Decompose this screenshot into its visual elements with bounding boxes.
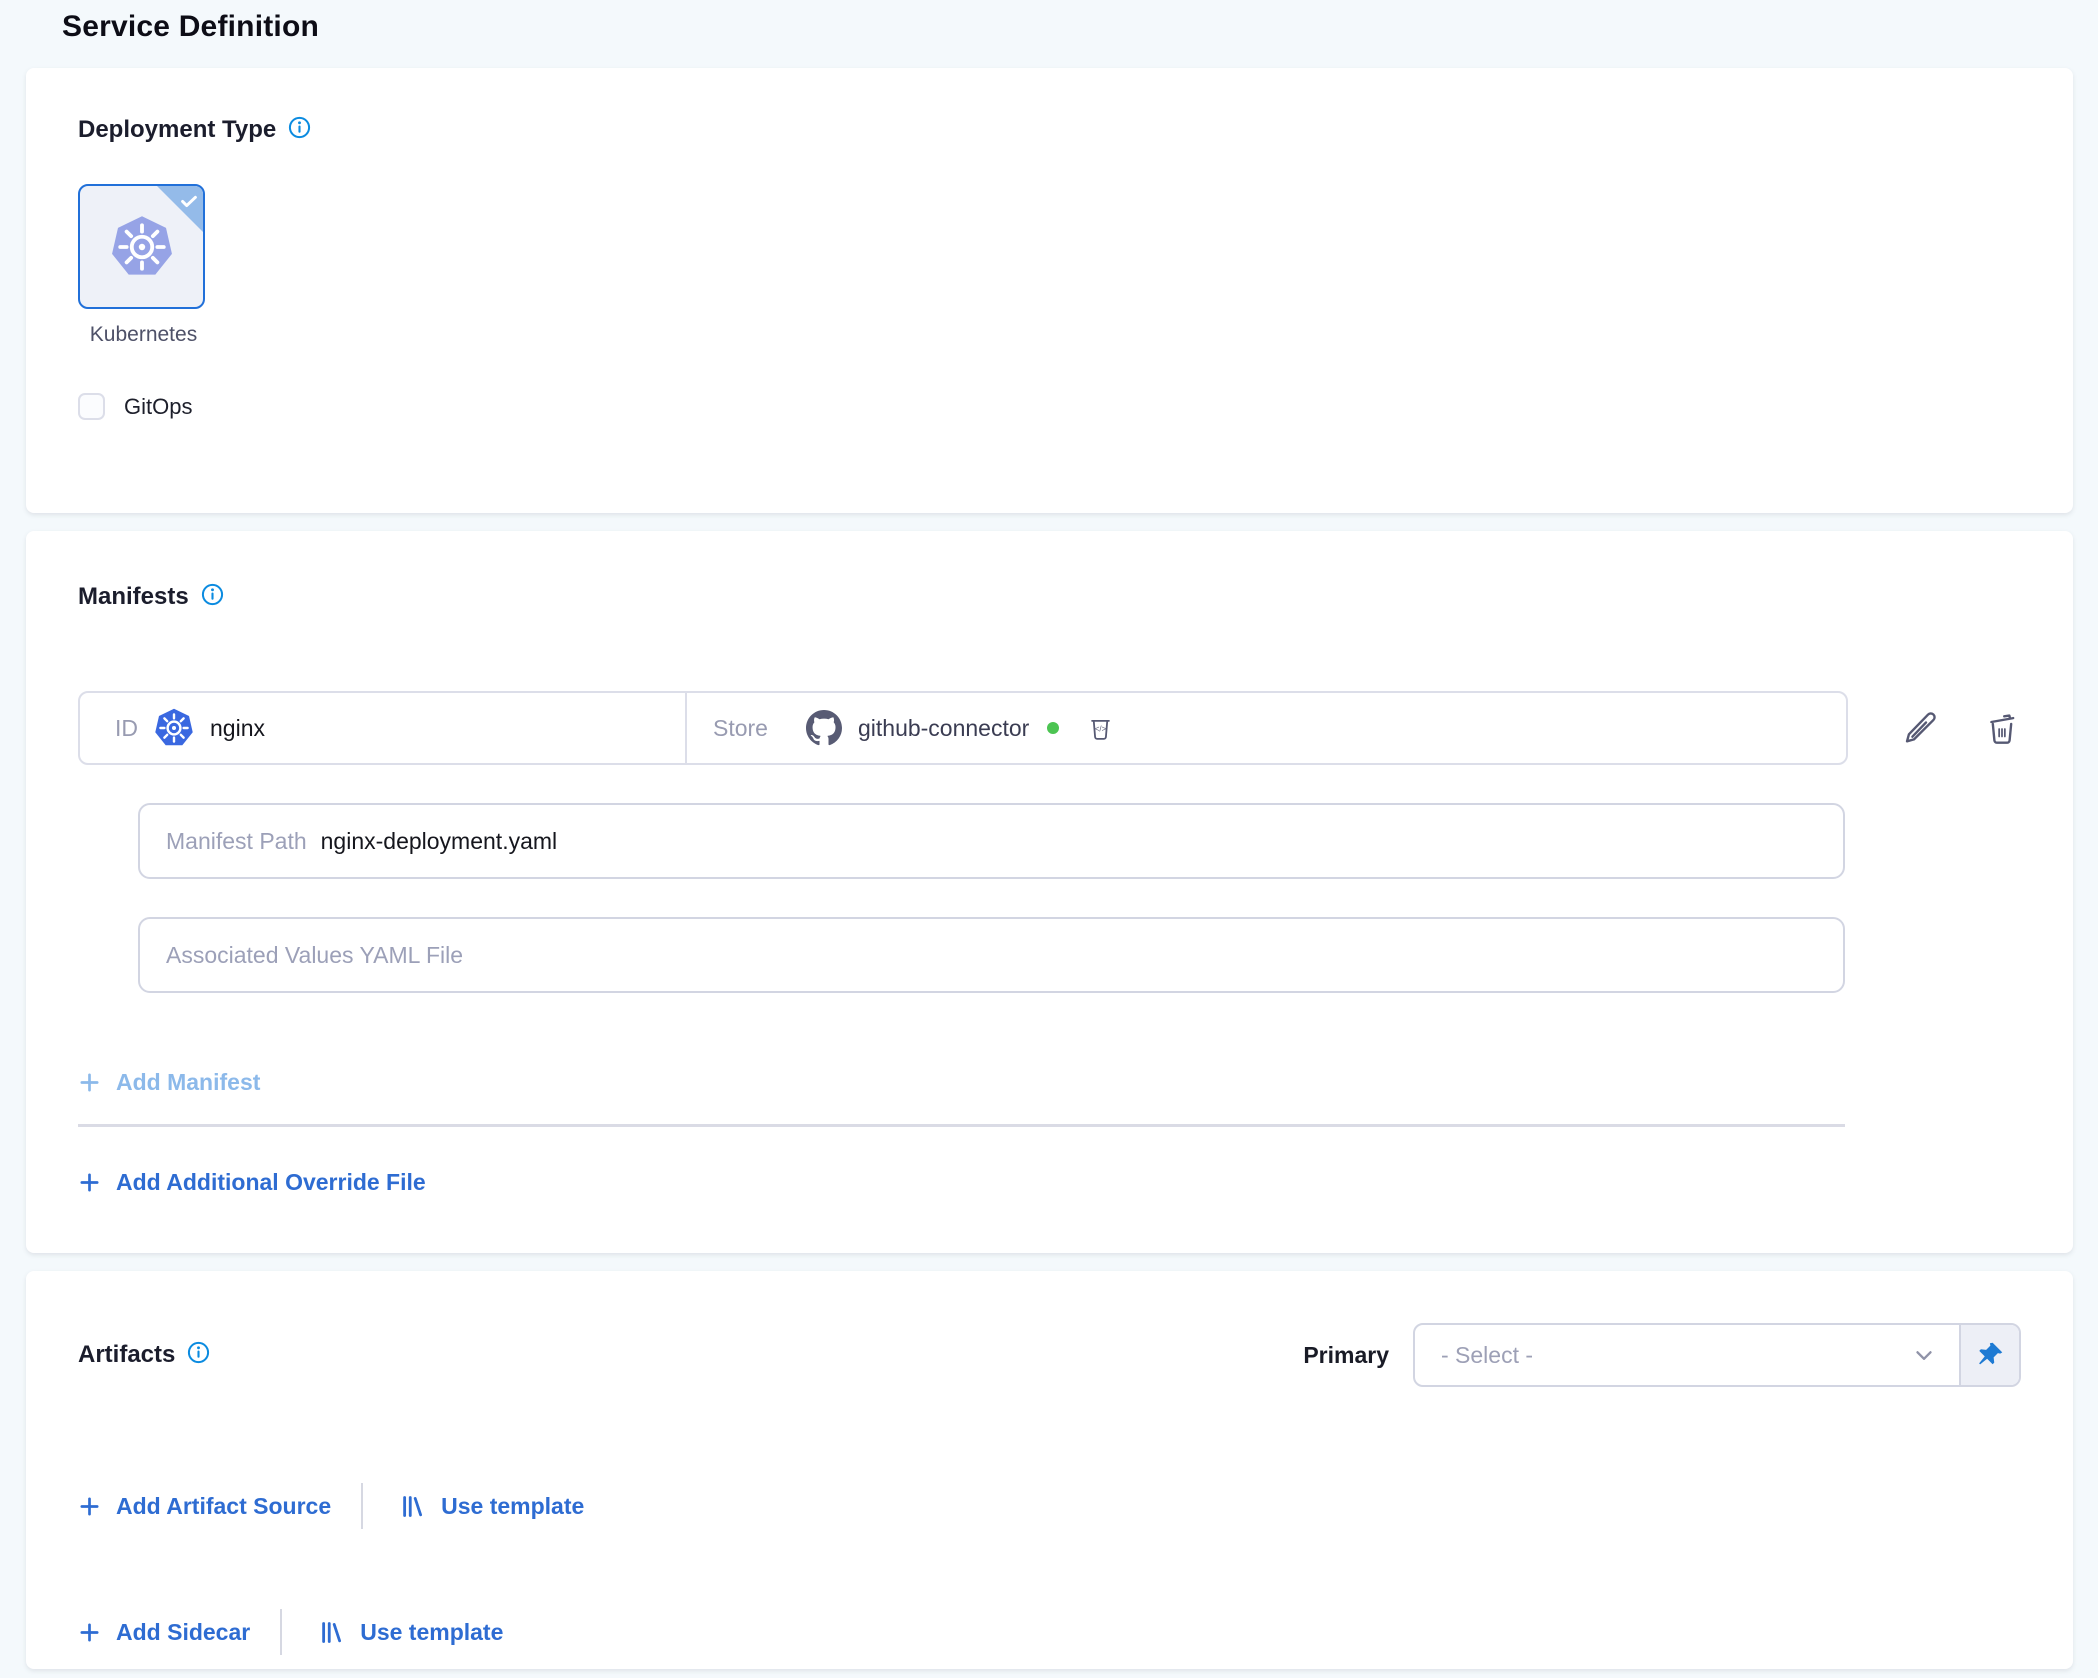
add-sidecar-button[interactable]: Add Sidecar [78,1619,250,1646]
info-icon[interactable] [201,583,224,606]
primary-select-value: - Select - [1441,1342,1533,1369]
svg-text:</>: </> [1095,724,1107,733]
vertical-divider [280,1609,282,1655]
manifest-summary-box[interactable]: ID [78,691,1848,765]
add-override-file-button[interactable]: Add Additional Override File [78,1169,426,1196]
github-icon [806,710,842,746]
section-divider [78,1124,1845,1127]
kubernetes-manifest-icon [154,708,194,748]
info-icon[interactable] [288,116,311,139]
artifacts-header: Artifacts Primary - Select - [78,1323,2021,1387]
manifests-heading-row: Manifests [78,583,2021,611]
manifest-id-label: ID [115,715,138,742]
edit-manifest-button[interactable] [1901,709,1939,747]
artifacts-card: Artifacts Primary - Select - [26,1271,2073,1669]
page-title: Service Definition [0,0,2098,44]
manifest-path-value: nginx-deployment.yaml [321,828,558,855]
gitops-checkbox[interactable] [78,393,105,420]
kubernetes-tile-label: Kubernetes [78,323,209,347]
chevron-down-icon [1911,1342,1937,1368]
sidecar-actions-row: Add Sidecar Use template [78,1609,2021,1655]
manifest-id-value: nginx [210,715,265,742]
primary-artifact-select[interactable]: - Select - [1415,1325,1959,1385]
primary-select-group: - Select - [1413,1323,2021,1387]
pin-icon [1975,1340,2005,1370]
delete-manifest-button[interactable] [1983,709,2021,747]
service-definition-page: Service Definition Deployment Type [0,0,2098,1669]
pin-button[interactable] [1959,1325,2019,1385]
manifest-id-segment[interactable]: ID [80,693,687,763]
gitops-checkbox-row[interactable]: GitOps [78,393,192,420]
library-icon [318,1619,345,1646]
add-manifest-button[interactable]: Add Manifest [78,1069,260,1096]
deployment-type-card: Deployment Type [26,68,2073,513]
primary-artifact-group: Primary - Select - [1303,1323,2021,1387]
info-icon[interactable] [187,1341,210,1364]
manifest-path-inline-label: Manifest Path [166,828,307,855]
manifest-store-segment[interactable]: Store github-connector </> [687,693,1846,763]
kubernetes-icon [110,215,174,279]
deployment-type-kubernetes-tile[interactable] [78,184,205,309]
primary-label: Primary [1303,1342,1389,1369]
manifest-store-value: github-connector [858,715,1029,742]
artifact-actions-row: Add Artifact Source Use template [78,1483,2021,1529]
plus-icon [78,1495,101,1518]
artifacts-heading-row: Artifacts [78,1341,210,1369]
manifests-heading: Manifests [78,583,189,611]
vertical-divider [361,1483,363,1529]
artifacts-heading: Artifacts [78,1341,175,1369]
deployment-type-heading: Deployment Type [78,116,276,144]
sidecar-use-template-button[interactable]: Use template [318,1619,503,1646]
add-artifact-source-button[interactable]: Add Artifact Source [78,1493,331,1520]
manifest-row: ID [78,691,2021,765]
values-yaml-placeholder: Associated Values YAML File [166,942,463,969]
plus-icon [78,1171,101,1194]
connector-status-dot [1047,722,1059,734]
artifact-use-template-button[interactable]: Use template [399,1493,584,1520]
deployment-type-heading-row: Deployment Type [78,116,2021,144]
values-yaml-input[interactable]: Associated Values YAML File [138,917,1845,993]
manifests-card: Manifests ID [26,531,2073,1253]
gitops-label: GitOps [124,394,192,420]
library-icon [399,1493,426,1520]
manifest-store-label: Store [713,715,768,742]
code-store-icon: </> [1087,715,1114,742]
plus-icon [78,1621,101,1644]
plus-icon [78,1071,101,1094]
manifest-path-input[interactable]: Manifest Path nginx-deployment.yaml [138,803,1845,879]
